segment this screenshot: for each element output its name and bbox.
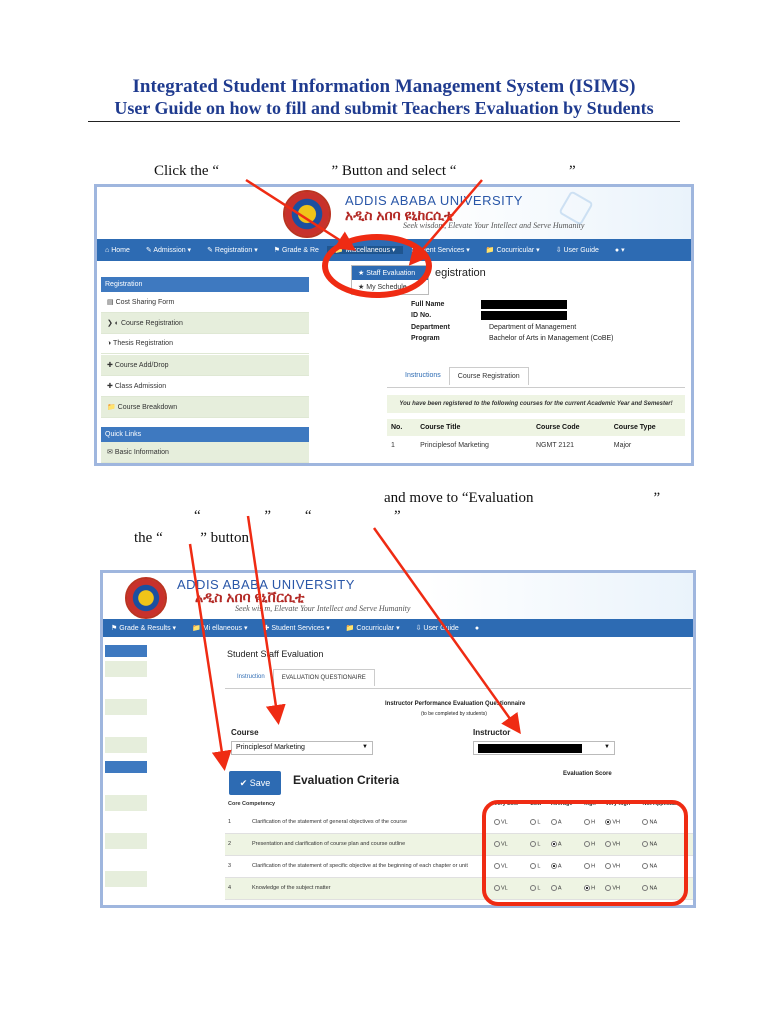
instructor-select[interactable]: ▼ xyxy=(473,741,615,755)
tab-divider xyxy=(387,387,685,388)
sidebar-block xyxy=(105,833,147,849)
university-logo xyxy=(283,190,331,238)
save-button[interactable]: ✔ Save xyxy=(229,771,281,795)
chevron-down-icon: ▼ xyxy=(604,744,610,750)
nav-home[interactable]: ⌂ Home xyxy=(97,247,138,254)
field-department-label: Department xyxy=(411,324,450,331)
instruction-step3: the “ ” button xyxy=(134,530,249,546)
table-row: 1 Principlesof Marketing NGMT 2121 Major xyxy=(391,442,632,449)
group-label: Core Competency xyxy=(225,797,485,811)
tab-divider xyxy=(225,688,691,689)
col-course-title: Course Title xyxy=(416,419,532,436)
instructor-label: Instructor xyxy=(473,728,511,737)
tab-course-registration[interactable]: Course Registration xyxy=(448,367,529,385)
field-full-name-label: Full Name xyxy=(411,301,445,308)
sidebar-block xyxy=(105,871,147,887)
col-no: No. xyxy=(387,419,417,436)
nav-registration[interactable]: ✎ Registration ▾ xyxy=(199,246,266,254)
field-department-value: Department of Management xyxy=(489,324,577,331)
university-name-en: ADDIS ABABA UNIVERSITY xyxy=(345,193,523,208)
site-banner: ADDIS ABABA UNIVERSITY አዲስ አበባ ዩኒከርሲቲ Se… xyxy=(97,187,691,239)
nav-miscellaneous[interactable]: 📁 Mi ellaneous ▾ xyxy=(184,624,255,632)
sidebar-block xyxy=(105,661,147,677)
document-title: Integrated Student Information Managemen… xyxy=(132,76,636,97)
sidebar-header xyxy=(105,761,147,773)
annotation-box-score-options xyxy=(482,800,688,906)
registered-courses-table: No. Course Title Course Code Course Type… xyxy=(387,419,685,455)
screenshot-registration-page: ADDIS ABABA UNIVERSITY አዲስ አበባ ዩኒከርሲቲ Se… xyxy=(94,184,694,466)
course-label: Course xyxy=(231,728,259,737)
sidebar-quick-links-header: Quick Links xyxy=(101,427,309,442)
sidebar-block xyxy=(105,699,147,715)
document-subtitle: User Guide on how to fill and submit Tea… xyxy=(114,98,654,118)
university-motto: Seek wisdom, Elevate Your Intellect and … xyxy=(403,221,585,230)
sidebar-block xyxy=(105,737,147,753)
user-menu-icon[interactable]: ● ▾ xyxy=(607,246,633,254)
tab-instructions[interactable]: Instructions xyxy=(397,367,449,385)
field-program-label: Program xyxy=(411,335,440,342)
sidebar-item-cost-sharing[interactable]: ▤ Cost Sharing Form xyxy=(101,292,309,313)
nav-grade-results[interactable]: ⚑ Grade & Results ▾ xyxy=(103,624,184,632)
chevron-down-icon: ▼ xyxy=(362,744,368,750)
field-id-label: ID No. xyxy=(411,312,432,319)
page-heading: egistration xyxy=(435,267,486,279)
annotation-circle-miscellaneous xyxy=(322,234,432,298)
registration-notice: You have been registered to the followin… xyxy=(387,395,685,413)
nav-admission[interactable]: ✎ Admission ▾ xyxy=(138,246,199,254)
nav-cocurricular[interactable]: 📁 Cocurricular ▾ xyxy=(338,624,408,632)
sidebar-registration-header: Registration xyxy=(101,277,309,292)
page-heading: Student Staff Evaluation xyxy=(227,649,324,659)
university-motto: Seek wis m, Elevate Your Intellect and S… xyxy=(235,604,411,613)
sidebar-item-basic-information[interactable]: ✉ Basic Information xyxy=(101,442,309,463)
site-banner: ADDIS ABABA UNIVERSITY አዲስ አበባ ዩኒቨርሲቲ Se… xyxy=(103,573,693,619)
instruction-step1: Click the “ ” Button and select “ ” xyxy=(154,163,576,179)
course-select[interactable]: Principlesof Marketing ▼ xyxy=(231,741,373,755)
criterion-text: 2 Presentation and clarification of cours… xyxy=(225,833,485,856)
sidebar-item-class-admission[interactable]: ✚ Class Admission xyxy=(101,376,309,397)
evaluation-tabs: Instruction EVALUATION QUESTIONAIRE xyxy=(229,669,375,686)
sidebar-item-course-breakdown[interactable]: 📁 Course Breakdown xyxy=(101,397,309,418)
evaluation-score-header: Evaluation Score xyxy=(563,771,612,777)
user-menu-icon[interactable]: ● xyxy=(467,625,487,632)
main-navbar: ⚑ Grade & Results ▾ 📁 Mi ellaneous ▾ ✚ S… xyxy=(103,619,693,637)
criterion-text: 4 Knowledge of the subject matter xyxy=(225,877,485,900)
redacted-full-name xyxy=(481,300,567,309)
sidebar-header xyxy=(105,645,147,657)
nav-student-services[interactable]: ✚ Student Services ▾ xyxy=(256,624,338,632)
sidebar-block xyxy=(105,795,147,811)
field-program-value: Bachelor of Arts in Management (CoBE) xyxy=(489,335,614,342)
col-course-type: Course Type xyxy=(609,419,685,436)
criterion-text: 3 Clarification of the statement of speci… xyxy=(225,855,485,878)
university-logo xyxy=(125,577,167,619)
questionnaire-title: Instructor Performance Evaluation Questi… xyxy=(385,701,526,707)
criterion-text: 1 Clarification of the statement of gener… xyxy=(225,811,485,834)
nav-user-guide[interactable]: ⇩ User Guide xyxy=(408,624,467,632)
sidebar-item-course-registration[interactable]: ❯ ◐ Course Registration xyxy=(101,313,309,334)
instruction-step2b: “ ” “ ” xyxy=(194,508,401,524)
nav-cocurricular[interactable]: 📁 Cocurricular ▾ xyxy=(478,246,548,254)
nav-grade[interactable]: ⚑ Grade & Re xyxy=(266,246,327,254)
col-course-code: Course Code xyxy=(531,419,610,436)
sidebar-item-thesis-registration[interactable]: ◑ Thesis Registration xyxy=(101,334,309,354)
redacted-instructor xyxy=(478,744,582,753)
title-divider xyxy=(88,121,680,122)
instruction-step2: and move to “Evaluation ” xyxy=(384,490,661,506)
questionnaire-subtitle: (to be completed by students) xyxy=(421,711,487,717)
registration-tabs: Instructions Course Registration xyxy=(397,367,529,385)
sidebar-item-course-add-drop[interactable]: ✚ Course Add/Drop xyxy=(101,355,309,376)
redacted-id xyxy=(481,311,567,320)
tab-evaluation-questionnaire[interactable]: EVALUATION QUESTIONAIRE xyxy=(272,669,375,686)
nav-user-guide[interactable]: ⇩ User Guide xyxy=(548,246,607,254)
evaluation-criteria-heading: Evaluation Criteria xyxy=(293,773,400,787)
tab-instruction[interactable]: Instruction xyxy=(229,669,273,686)
